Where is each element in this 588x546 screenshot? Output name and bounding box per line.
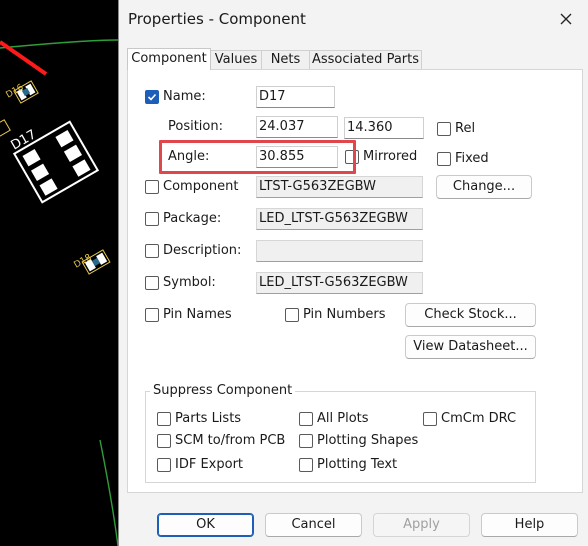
close-icon[interactable] xyxy=(555,8,577,30)
dialog-title: Properties - Component xyxy=(128,10,306,28)
component-label: Component xyxy=(163,179,239,194)
cmcm-drc-label: CmCm DRC xyxy=(441,411,517,426)
tab-associated-parts[interactable]: Associated Parts xyxy=(309,50,422,69)
pin-numbers-checkbox[interactable] xyxy=(285,308,299,322)
position-y-field[interactable]: 14.360 xyxy=(344,117,424,139)
idf-export-checkbox[interactable] xyxy=(157,458,171,472)
checkmark-icon xyxy=(147,93,157,101)
pin-names-label: Pin Names xyxy=(163,307,232,322)
component-field: LTST-G563ZEGBW xyxy=(256,176,423,198)
scm-pcb-label: SCM to/from PCB xyxy=(175,433,286,448)
package-field: LED_LTST-G563ZEGBW xyxy=(256,208,423,230)
position-x-field[interactable]: 24.037 xyxy=(256,116,338,138)
name-label: Name: xyxy=(163,89,206,104)
scm-pcb-checkbox[interactable] xyxy=(157,434,171,448)
rel-checkbox[interactable] xyxy=(437,122,451,136)
parts-lists-checkbox[interactable] xyxy=(157,412,171,426)
tab-nets[interactable]: Nets xyxy=(261,50,310,69)
description-label: Description: xyxy=(163,243,242,258)
title-bar[interactable]: Properties - Component xyxy=(119,0,588,38)
help-button[interactable]: Help xyxy=(481,513,578,537)
symbol-field: LED_LTST-G563ZEGBW xyxy=(256,272,423,294)
cmcm-drc-checkbox[interactable] xyxy=(423,412,437,426)
fixed-label: Fixed xyxy=(455,151,489,166)
package-label: Package: xyxy=(163,211,222,226)
pin-names-checkbox[interactable] xyxy=(145,308,159,322)
change-button[interactable]: Change... xyxy=(436,175,532,199)
description-field xyxy=(256,240,423,262)
apply-button[interactable]: Apply xyxy=(373,513,470,537)
pin-numbers-label: Pin Numbers xyxy=(303,307,386,322)
view-datasheet-button[interactable]: View Datasheet... xyxy=(405,335,536,359)
cancel-button[interactable]: Cancel xyxy=(265,513,362,537)
tab-values[interactable]: Values xyxy=(210,50,262,69)
description-checkbox[interactable] xyxy=(145,244,159,258)
ok-button[interactable]: OK xyxy=(157,513,254,537)
plotting-shapes-label: Plotting Shapes xyxy=(317,433,419,448)
plotting-text-label: Plotting Text xyxy=(317,457,398,472)
mirrored-label: Mirrored xyxy=(363,149,418,164)
plotting-shapes-checkbox[interactable] xyxy=(299,434,313,448)
plotting-text-checkbox[interactable] xyxy=(299,458,313,472)
suppress-group-title: Suppress Component xyxy=(150,383,296,398)
angle-highlight-box xyxy=(159,140,356,174)
symbol-checkbox[interactable] xyxy=(145,276,159,290)
package-checkbox[interactable] xyxy=(145,212,159,226)
check-stock-button[interactable]: Check Stock... xyxy=(405,303,536,327)
all-plots-label: All Plots xyxy=(317,411,369,426)
idf-export-label: IDF Export xyxy=(175,457,244,472)
name-checkbox[interactable] xyxy=(145,90,159,104)
rel-label: Rel xyxy=(455,121,476,136)
all-plots-checkbox[interactable] xyxy=(299,412,313,426)
position-label: Position: xyxy=(168,119,223,134)
parts-lists-label: Parts Lists xyxy=(175,411,242,426)
name-field[interactable]: D17 xyxy=(256,86,335,108)
fixed-checkbox[interactable] xyxy=(437,152,451,166)
component-checkbox[interactable] xyxy=(145,180,159,194)
symbol-label: Symbol: xyxy=(163,275,216,290)
tab-component[interactable]: Component xyxy=(127,48,211,70)
